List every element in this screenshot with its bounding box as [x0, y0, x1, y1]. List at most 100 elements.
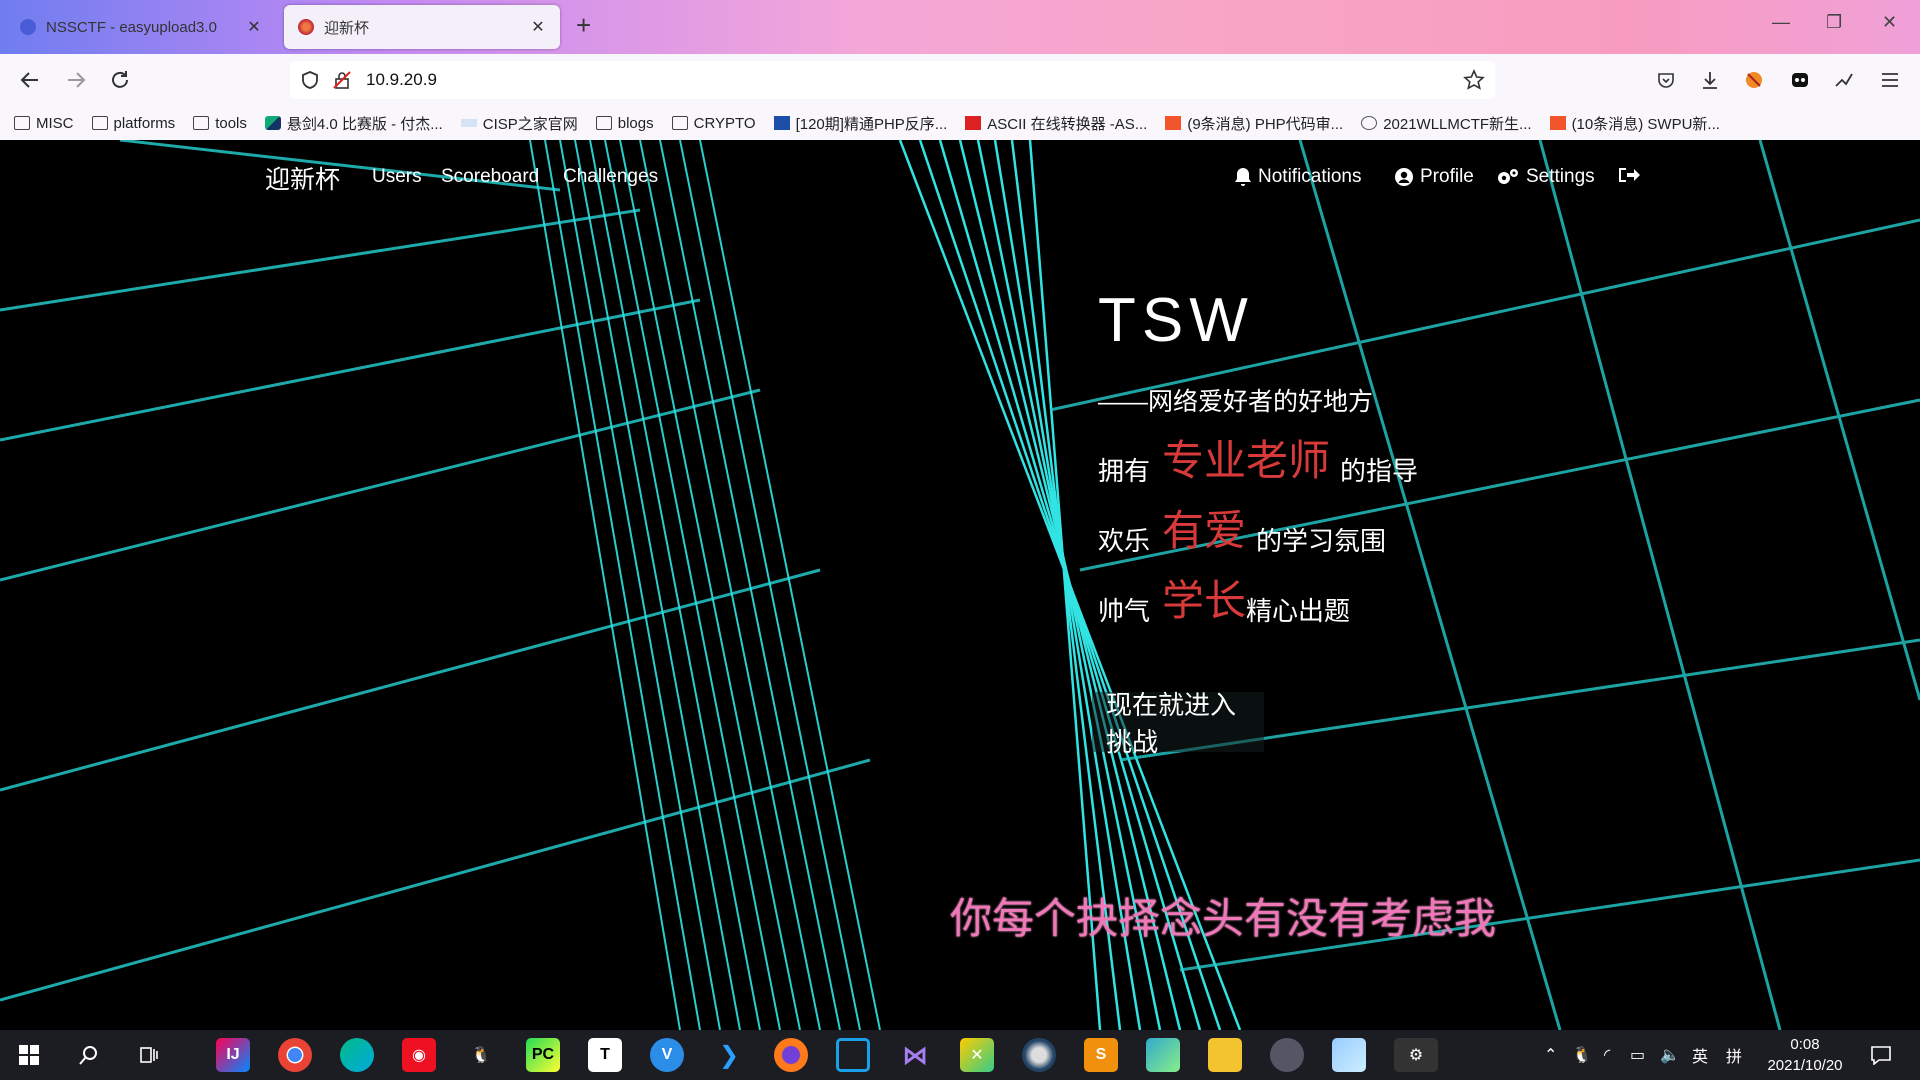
bookmark-blogs[interactable]: blogs: [595, 115, 654, 132]
tray-qq-icon[interactable]: 🐧: [1572, 1030, 1592, 1080]
edge-icon[interactable]: [340, 1038, 374, 1072]
extension-mask-icon[interactable]: [1786, 66, 1814, 94]
notebook-icon[interactable]: [1146, 1038, 1180, 1072]
hero-text: 精心出题: [1246, 596, 1351, 626]
chrome-icon[interactable]: [278, 1038, 312, 1072]
vmware-v-icon[interactable]: V: [650, 1038, 684, 1072]
typora-icon[interactable]: T: [588, 1038, 622, 1072]
site-favicon-icon: [298, 19, 314, 35]
reload-icon[interactable]: [106, 66, 134, 94]
firefox-icon[interactable]: [774, 1038, 808, 1072]
bell-icon: [1235, 168, 1251, 186]
book-icon: [773, 116, 790, 130]
close-icon[interactable]: ✕: [528, 17, 548, 37]
bookmark-label: (9条消息) PHP代码审...: [1187, 115, 1344, 133]
tab-yingxinbei[interactable]: 迎新杯 ✕: [284, 5, 560, 49]
bookmark-php-course[interactable]: [120期]精通PHP反序...: [773, 113, 948, 134]
volume-icon[interactable]: 🔈: [1660, 1030, 1680, 1080]
tab-nssctf[interactable]: NSSCTF - easyupload3.0 ✕: [6, 5, 276, 49]
bookmark-label: ASCII 在线转换器 -AS...: [987, 115, 1148, 133]
search-icon[interactable]: [72, 1038, 106, 1072]
bookmark-csdn-php[interactable]: (9条消息) PHP代码审...: [1165, 113, 1343, 134]
bookmark-cisp[interactable]: CISP之家官网: [460, 113, 578, 134]
navigation-toolbar: 10.9.20.9: [0, 54, 1920, 106]
user-circle-icon: [1395, 168, 1413, 186]
url-text: 10.9.20.9: [366, 70, 437, 89]
bookmark-wllmctf[interactable]: 2021WLLMCTF新生...: [1361, 113, 1532, 134]
download-icon[interactable]: [1696, 66, 1724, 94]
shield-icon: [264, 116, 281, 130]
extension-block-icon[interactable]: [1740, 66, 1768, 94]
bookmark-csdn-swpu[interactable]: (10条消息) SWPU新...: [1549, 113, 1720, 134]
folder-icon: [91, 116, 108, 130]
bookmark-crypto[interactable]: CRYPTO: [671, 115, 756, 132]
clock-date: 2021/10/20: [1767, 1057, 1843, 1074]
pycharm-icon[interactable]: PC: [526, 1038, 560, 1072]
wifi-icon[interactable]: ◜: [1604, 1030, 1610, 1080]
address-bar[interactable]: 10.9.20.9: [290, 61, 1495, 99]
bookmark-label: [120期]精通PHP反序...: [795, 115, 948, 133]
folder-icon: [671, 116, 688, 130]
nav-challenges[interactable]: Challenges: [563, 166, 658, 188]
vmware-icon[interactable]: [836, 1038, 870, 1072]
bookmark-star-icon[interactable]: [1463, 69, 1485, 96]
bookmarks-bar: MISC platforms tools 悬剑4.0 比赛版 - 付杰... C…: [0, 106, 1920, 140]
bookmark-label: 悬剑4.0 比赛版 - 付杰...: [286, 115, 443, 133]
notification-center-icon[interactable]: [1870, 1030, 1892, 1080]
task-view-icon[interactable]: [132, 1038, 166, 1072]
hero-line-3: 帅气 学长 精心出题: [1098, 572, 1418, 628]
minimize-icon[interactable]: —: [1772, 12, 1790, 33]
qq-icon[interactable]: 🐧: [464, 1038, 498, 1072]
windows-start-icon[interactable]: [12, 1038, 46, 1072]
folder-icon: [14, 116, 30, 130]
site-brand[interactable]: 迎新杯: [265, 160, 340, 196]
bookmark-tools[interactable]: tools: [193, 115, 247, 132]
extension-proxy-icon[interactable]: [1830, 66, 1858, 94]
hero-subtitle: ——网络爱好者的好地方: [1098, 388, 1374, 416]
shield-icon[interactable]: [300, 70, 320, 95]
intellij-icon[interactable]: IJ: [216, 1038, 250, 1072]
tray-chevron-icon[interactable]: ⌃: [1544, 1030, 1557, 1080]
ime-mode-indicator[interactable]: 拼: [1726, 1030, 1742, 1080]
file-explorer-icon[interactable]: [1208, 1038, 1242, 1072]
window-close-icon[interactable]: ✕: [1882, 12, 1897, 33]
burp-icon[interactable]: ⚙: [1394, 1038, 1438, 1072]
eclipse-icon[interactable]: [1022, 1038, 1056, 1072]
nav-profile[interactable]: Profile: [1394, 166, 1474, 188]
sublime-icon[interactable]: S: [1084, 1038, 1118, 1072]
taskbar: IJ ◉ 🐧 PC T V ❯ ⋈ ✕ S ⚙ ⌃ 🐧 ◜ ▭ 🔈 英 拼 0:…: [0, 1030, 1920, 1080]
vscode-icon[interactable]: ❯: [712, 1038, 746, 1072]
bookmark-label: platforms: [113, 114, 176, 132]
netease-music-icon[interactable]: ◉: [402, 1038, 436, 1072]
app-icon[interactable]: [1332, 1038, 1366, 1072]
enter-challenge-button[interactable]: 现在就进入挑战: [1092, 690, 1264, 757]
clock[interactable]: 0:08 2021/10/20: [1760, 1034, 1850, 1076]
pocket-icon[interactable]: [1652, 66, 1680, 94]
bookmark-ascii[interactable]: ASCII 在线转换器 -AS...: [965, 113, 1147, 134]
bookmark-platforms[interactable]: platforms: [91, 114, 176, 132]
nav-users[interactable]: Users: [372, 166, 422, 188]
cisp-icon: [460, 119, 477, 127]
visual-studio-icon[interactable]: ⋈: [898, 1038, 932, 1072]
nssctf-favicon-icon: [20, 19, 36, 35]
bookmark-misc[interactable]: MISC: [14, 115, 74, 132]
battery-icon[interactable]: ▭: [1630, 1030, 1645, 1080]
back-icon[interactable]: [16, 66, 44, 94]
nav-settings[interactable]: Settings: [1496, 166, 1595, 188]
nav-notifications[interactable]: Notifications: [1234, 166, 1362, 188]
insecure-lock-icon[interactable]: [332, 70, 352, 95]
bookmark-xuanjian[interactable]: 悬剑4.0 比赛版 - 付杰...: [264, 113, 443, 134]
forward-icon[interactable]: [62, 66, 90, 94]
menu-icon[interactable]: [1876, 66, 1904, 94]
nav-scoreboard[interactable]: Scoreboard: [441, 166, 539, 188]
ime-indicator[interactable]: 英: [1692, 1030, 1708, 1080]
tool-icon[interactable]: ✕: [960, 1038, 994, 1072]
hero-highlight: 学长: [1162, 577, 1247, 624]
close-icon[interactable]: ✕: [244, 17, 264, 37]
restore-icon[interactable]: ❐: [1826, 12, 1842, 33]
csdn-icon: [1549, 116, 1566, 130]
new-tab-button[interactable]: +: [576, 12, 591, 38]
logout-button[interactable]: [1618, 166, 1646, 184]
sign-out-icon: [1619, 168, 1640, 182]
settings-wheel-icon[interactable]: [1270, 1038, 1304, 1072]
